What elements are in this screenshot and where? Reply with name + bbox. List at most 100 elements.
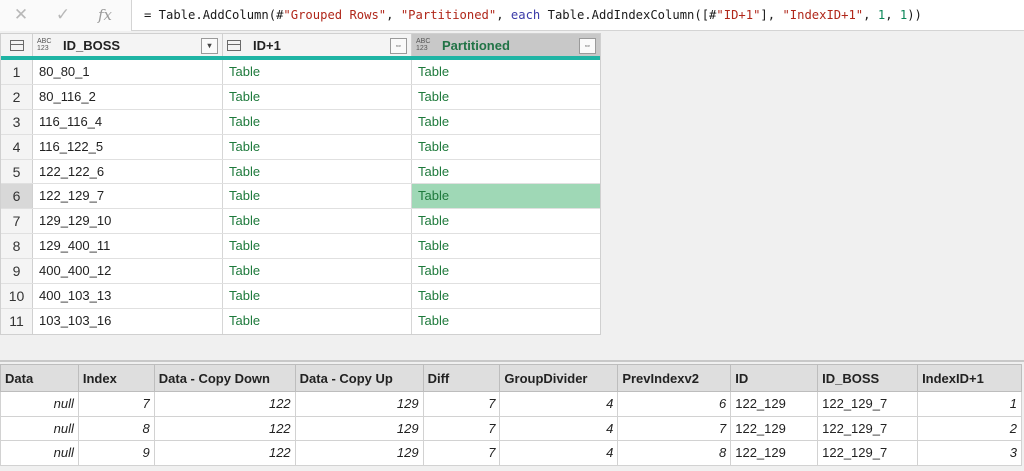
column-header-label: ID+1: [253, 37, 281, 53]
table-row[interactable]: 1 80_80_1 Table Table: [1, 60, 600, 85]
table-row[interactable]: 5 122_122_6 Table Table: [1, 159, 600, 185]
filter-dropdown-icon[interactable]: ▾: [201, 38, 218, 54]
cell-partitioned[interactable]: Table: [412, 60, 600, 84]
column-header-id-boss[interactable]: ABC 123 ID_BOSS ▾: [33, 34, 223, 56]
preview-cell: null: [0, 391, 79, 417]
row-number[interactable]: 3: [1, 109, 33, 134]
formula-input[interactable]: = Table.AddColumn(#"Grouped Rows", "Part…: [132, 8, 922, 22]
check-icon[interactable]: ✓: [42, 5, 84, 25]
row-number[interactable]: 1: [1, 60, 33, 84]
preview-column-header: ID_BOSS: [817, 364, 919, 392]
row-number[interactable]: 9: [1, 259, 33, 284]
preview-cell: 129: [294, 440, 424, 466]
cell-id-boss[interactable]: 80_80_1: [33, 60, 223, 84]
table-row[interactable]: 11 103_103_16 Table Table: [1, 308, 600, 334]
cell-id-boss[interactable]: 103_103_16: [33, 308, 223, 334]
cell-id-boss[interactable]: 400_400_12: [33, 259, 223, 284]
fx-icon[interactable]: fx: [84, 6, 126, 24]
preview-cell: 7: [617, 415, 732, 441]
preview-cell: null: [0, 415, 79, 441]
cell-id-plus-1[interactable]: Table: [223, 209, 412, 234]
cell-id-boss[interactable]: 129_400_11: [33, 234, 223, 259]
preview-cell: 7: [422, 415, 501, 441]
column-header-partitioned[interactable]: ABC 123 Partitioned ⇔: [412, 34, 600, 56]
preview-body: null 7 122 129 7 4 6 122_129 122_129_7 1 null 8 122 1…: [0, 391, 1022, 466]
row-number[interactable]: 10: [1, 284, 33, 308]
cell-partitioned[interactable]: Table: [412, 184, 600, 209]
cell-id-boss[interactable]: 80_116_2: [33, 84, 223, 109]
cell-id-plus-1[interactable]: Table: [223, 84, 412, 109]
preview-cell: 4: [499, 391, 619, 417]
preview-cell: 4: [499, 440, 619, 466]
preview-cell: 122_129: [730, 440, 819, 466]
table-menu-button[interactable]: [1, 34, 33, 56]
cell-id-plus-1[interactable]: Table: [223, 284, 412, 308]
grid-header: ABC 123 ID_BOSS ▾ ID+1 ⇔ ABC 123 Partition…: [1, 34, 600, 60]
column-header-label: Partitioned: [442, 37, 510, 53]
preview-cell: 3: [917, 440, 1022, 466]
row-number[interactable]: 7: [1, 209, 33, 234]
preview-column-header: PrevIndexv2: [617, 364, 732, 392]
table-row[interactable]: 6 122_129_7 Table Table: [1, 184, 600, 210]
row-number[interactable]: 11: [1, 308, 33, 334]
preview-table: Data Index Data - Copy Down Data - Copy Up D…: [0, 364, 1022, 466]
table-row[interactable]: 7 129_129_10 Table Table: [1, 209, 600, 235]
cell-partitioned[interactable]: Table: [412, 160, 600, 184]
expand-column-icon[interactable]: ⇔: [390, 38, 407, 54]
table-icon: [9, 39, 24, 51]
cell-partitioned[interactable]: Table: [412, 234, 600, 258]
cell-partitioned[interactable]: Table: [412, 209, 600, 233]
cell-id-plus-1[interactable]: Table: [223, 234, 412, 259]
preview-cell: 7: [422, 391, 501, 417]
preview-cell: 122_129_7: [817, 391, 919, 417]
cell-id-plus-1[interactable]: Table: [223, 159, 412, 184]
table-row[interactable]: 3 116_116_4 Table Table: [1, 109, 600, 135]
row-number[interactable]: 8: [1, 234, 33, 259]
cell-id-boss[interactable]: 400_103_13: [33, 284, 223, 308]
preview-column-header: IndexID+1: [917, 364, 1022, 392]
cell-id-plus-1[interactable]: Table: [223, 60, 412, 84]
cell-id-boss[interactable]: 122_129_7: [33, 184, 223, 209]
preview-cell: 2: [917, 415, 1022, 441]
preview-column-header: Data - Copy Down: [153, 364, 296, 392]
table-row[interactable]: 8 129_400_11 Table Table: [1, 234, 600, 260]
cell-partitioned[interactable]: Table: [412, 259, 600, 283]
row-number[interactable]: 4: [1, 134, 33, 159]
cell-id-boss[interactable]: 116_122_5: [33, 134, 223, 159]
cell-partitioned[interactable]: Table: [412, 284, 600, 308]
table-row[interactable]: 4 116_122_5 Table Table: [1, 134, 600, 160]
preview-column-header: Data: [0, 364, 79, 392]
preview-column-header: Diff: [422, 364, 501, 392]
cell-id-plus-1[interactable]: Table: [223, 109, 412, 134]
pane-divider[interactable]: [0, 360, 1024, 362]
close-icon[interactable]: ✕: [0, 5, 42, 25]
preview-column-header: Index: [77, 364, 155, 392]
column-header-id-plus-1[interactable]: ID+1 ⇔: [223, 34, 412, 56]
cell-partitioned[interactable]: Table: [412, 85, 600, 109]
cell-id-plus-1[interactable]: Table: [223, 184, 412, 209]
cell-id-plus-1[interactable]: Table: [223, 134, 412, 159]
preview-cell: 8: [77, 415, 155, 441]
preview-cell: 122: [153, 415, 296, 441]
cell-partitioned[interactable]: Table: [412, 309, 600, 334]
row-number[interactable]: 2: [1, 84, 33, 109]
row-number[interactable]: 5: [1, 159, 33, 184]
cell-id-boss[interactable]: 129_129_10: [33, 209, 223, 234]
preview-cell: 122_129_7: [817, 440, 919, 466]
preview-row: null 7 122 129 7 4 6 122_129 122_129_7 1: [0, 391, 1022, 417]
preview-cell: 122: [153, 440, 296, 466]
cell-id-plus-1[interactable]: Table: [223, 259, 412, 284]
expand-column-icon[interactable]: ⇔: [579, 38, 596, 54]
cell-id-boss[interactable]: 122_122_6: [33, 159, 223, 184]
preview-cell: 7: [77, 391, 155, 417]
table-row[interactable]: 9 400_400_12 Table Table: [1, 259, 600, 285]
preview-cell: 122_129: [730, 391, 819, 417]
preview-cell: 129: [294, 391, 424, 417]
row-number[interactable]: 6: [1, 184, 33, 209]
cell-partitioned[interactable]: Table: [412, 110, 600, 134]
table-row[interactable]: 2 80_116_2 Table Table: [1, 84, 600, 110]
table-row[interactable]: 10 400_103_13 Table Table: [1, 284, 600, 309]
cell-partitioned[interactable]: Table: [412, 135, 600, 159]
cell-id-plus-1[interactable]: Table: [223, 308, 412, 334]
cell-id-boss[interactable]: 116_116_4: [33, 109, 223, 134]
